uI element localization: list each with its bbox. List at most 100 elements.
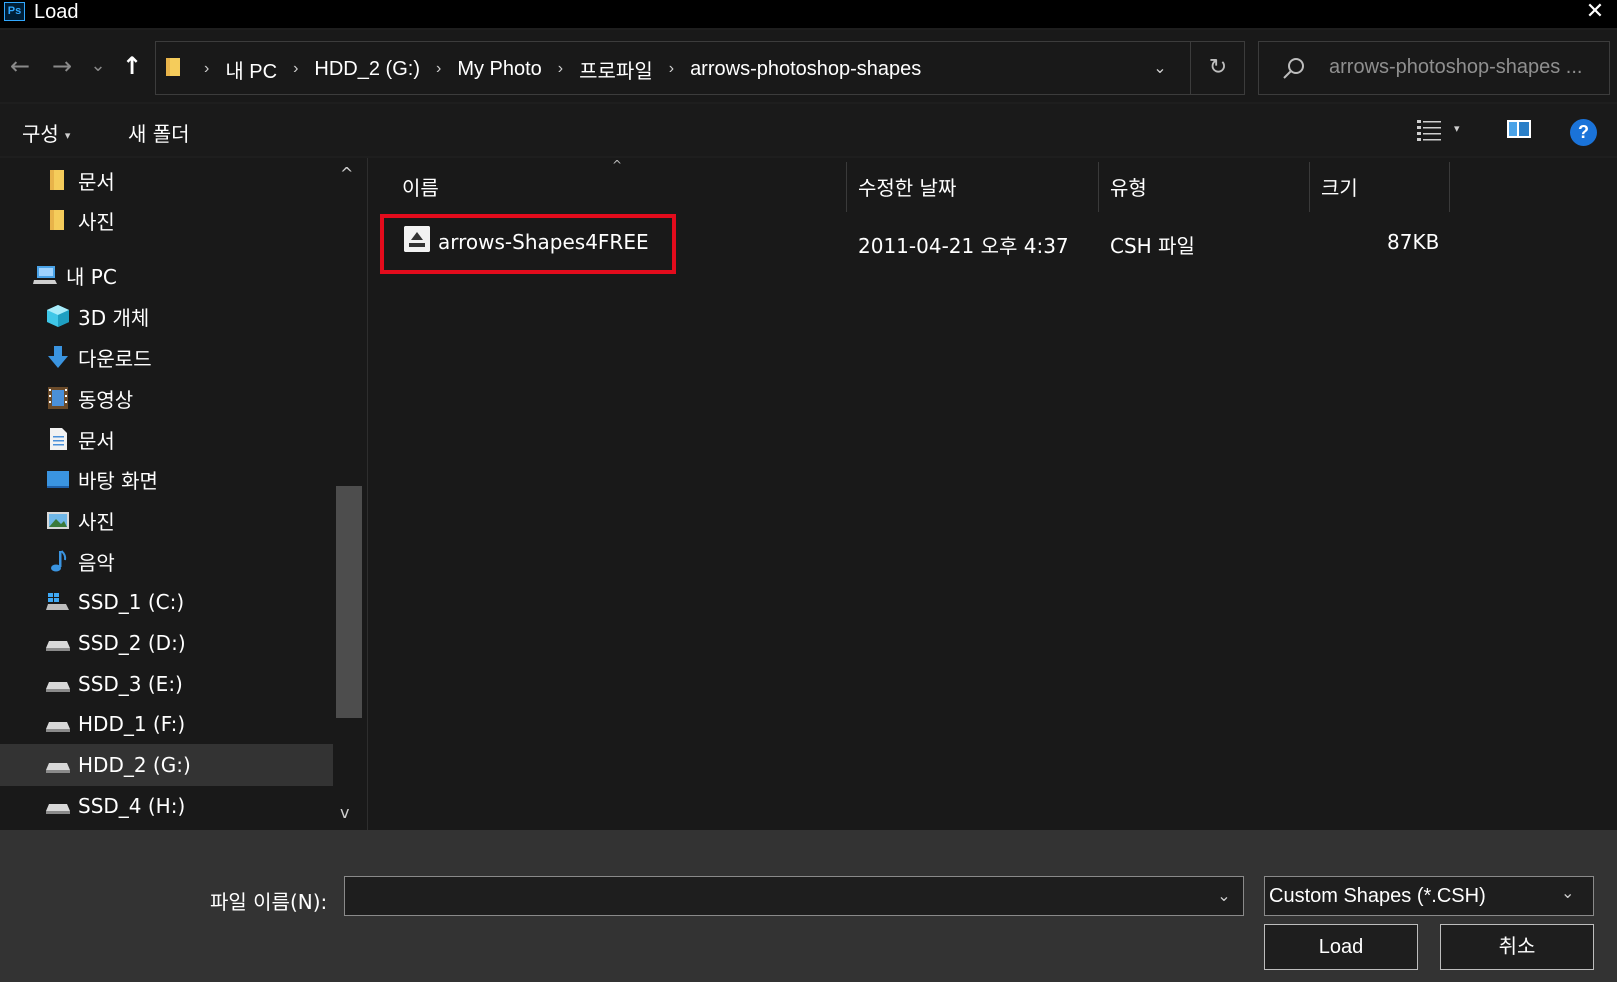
column-header-name[interactable]: 이름 <box>402 158 439 214</box>
column-divider[interactable] <box>1449 162 1450 212</box>
file-name-input[interactable] <box>344 876 1244 916</box>
new-folder-button[interactable]: 새 폴더 <box>128 118 190 147</box>
chevron-down-icon: ▾ <box>64 129 71 142</box>
nav-item-label: 다운로드 <box>78 346 152 371</box>
navigation-pane[interactable]: 문서 사진 내 PC 3D 개체 다운로드 동영상 문서 바탕 화면 사진 음악… <box>0 158 368 830</box>
column-divider[interactable] <box>1098 162 1099 212</box>
nav-item-documents[interactable]: 문서 <box>0 418 333 460</box>
nav-scrollbar[interactable]: ^ v <box>334 158 364 830</box>
nav-item-label: 3D 개체 <box>78 305 150 330</box>
nav-item-3d-objects[interactable]: 3D 개체 <box>0 295 333 337</box>
scroll-down-arrow[interactable]: v <box>340 803 349 822</box>
breadcrumb-item-my-photo[interactable]: My Photo <box>449 58 549 81</box>
nav-item-videos[interactable]: 동영상 <box>0 377 333 419</box>
file-name-label: 파일 이름(N): <box>210 890 328 914</box>
command-toolbar: 구성 ▾ 새 폴더 ▾ ? <box>0 104 1617 156</box>
nav-item-label: SSD_4 (H:) <box>78 794 186 818</box>
column-header-size[interactable]: 크기 <box>1321 158 1358 214</box>
back-button[interactable]: ← <box>6 52 34 80</box>
folder-icon <box>50 210 64 230</box>
nav-item-drive-g[interactable]: HDD_2 (G:) <box>0 744 333 786</box>
nav-item-label: 음악 <box>78 550 115 575</box>
nav-item-downloads[interactable]: 다운로드 <box>0 336 333 378</box>
cube-3d-icon <box>47 305 69 327</box>
music-note-icon <box>51 550 67 572</box>
close-button[interactable]: ✕ <box>1580 0 1610 26</box>
scroll-up-arrow[interactable]: ^ <box>340 164 353 183</box>
breadcrumb-item-hdd2[interactable]: HDD_2 (G:) <box>306 58 428 81</box>
load-button[interactable]: Load <box>1264 924 1418 970</box>
file-name[interactable]: arrows-Shapes4FREE <box>438 230 649 254</box>
breadcrumb-separator[interactable]: › <box>550 60 571 78</box>
download-arrow-icon <box>48 346 68 368</box>
refresh-button[interactable]: ↻ <box>1204 54 1232 82</box>
view-options-dropdown[interactable]: ▾ <box>1454 122 1460 135</box>
breadcrumb-item-profile[interactable]: 프로파일 <box>571 55 661 84</box>
nav-item-label: 문서 <box>78 428 115 453</box>
dialog-footer: 파일 이름(N): ⌄ Custom Shapes (*.CSH) ⌄ Load… <box>0 830 1617 982</box>
file-type-select[interactable]: Custom Shapes (*.CSH) ⌄ <box>1264 876 1594 916</box>
nav-item-label: 내 PC <box>66 264 117 289</box>
nav-item-documents-quick[interactable]: 문서 <box>0 159 333 201</box>
shapes-file-icon <box>404 226 430 252</box>
nav-item-label: SSD_2 (D:) <box>78 631 186 655</box>
column-divider[interactable] <box>1309 162 1310 212</box>
nav-item-label: 문서 <box>78 169 115 194</box>
file-type: CSH 파일 <box>1110 234 1195 258</box>
preview-pane-icon[interactable] <box>1506 118 1532 140</box>
file-name-dropdown[interactable]: ⌄ <box>1210 882 1238 910</box>
nav-item-this-pc[interactable]: 내 PC <box>0 254 333 296</box>
nav-item-label: 동영상 <box>78 387 134 412</box>
divider <box>1190 42 1191 94</box>
up-button[interactable]: ↑ <box>118 52 146 80</box>
desktop-icon <box>47 471 69 488</box>
search-placeholder: arrows-photoshop-shapes ... <box>1329 56 1583 78</box>
nav-item-pictures-quick[interactable]: 사진 <box>0 199 333 241</box>
nav-item-drive-c[interactable]: SSD_1 (C:) <box>0 581 333 623</box>
nav-item-label: SSD_1 (C:) <box>78 590 185 614</box>
organize-button[interactable]: 구성 ▾ <box>22 118 70 147</box>
nav-item-label: SSD_3 (E:) <box>78 672 183 696</box>
details-view-icon[interactable] <box>1416 118 1442 142</box>
breadcrumb-item-current-folder[interactable]: arrows-photoshop-shapes <box>682 58 929 81</box>
nav-item-label: HDD_2 (G:) <box>78 753 191 777</box>
folder-icon <box>166 58 180 76</box>
breadcrumb-item-my-pc[interactable]: 내 PC <box>217 55 285 84</box>
column-header-modified[interactable]: 수정한 날짜 <box>858 158 956 214</box>
breadcrumb-separator: › <box>204 60 210 77</box>
nav-item-label: HDD_1 (F:) <box>78 712 186 736</box>
photoshop-logo-icon: Ps <box>4 2 25 21</box>
breadcrumb-separator[interactable]: › <box>428 60 449 78</box>
nav-item-music[interactable]: 음악 <box>0 540 333 582</box>
address-history-dropdown[interactable]: ⌄ <box>1148 56 1172 80</box>
nav-item-pictures[interactable]: 사진 <box>0 499 333 541</box>
nav-item-drive-e[interactable]: SSD_3 (E:) <box>0 663 333 705</box>
sort-indicator-icon: ^ <box>612 158 623 172</box>
breadcrumb-separator[interactable]: › <box>661 60 682 78</box>
breadcrumb-separator[interactable]: › <box>285 60 306 78</box>
nav-item-drive-d[interactable]: SSD_2 (D:) <box>0 622 333 664</box>
drive-icon <box>46 722 70 732</box>
title-bar: Ps Load ✕ <box>0 0 1617 28</box>
nav-item-drive-f[interactable]: HDD_1 (F:) <box>0 703 333 745</box>
search-icon <box>1283 58 1304 79</box>
breadcrumb: › 내 PC › HDD_2 (G:) › My Photo › 프로파일 › … <box>196 42 929 96</box>
drive-icon <box>46 763 70 773</box>
file-modified-date: 2011-04-21 오후 4:37 <box>858 234 1069 258</box>
search-input[interactable]: arrows-photoshop-shapes ... <box>1258 41 1610 95</box>
file-size: 87KB <box>1387 230 1440 254</box>
file-list[interactable]: ^ 이름 수정한 날짜 유형 크기 arrows-Shapes4FREE 201… <box>368 158 1617 830</box>
address-bar[interactable]: › 내 PC › HDD_2 (G:) › My Photo › 프로파일 › … <box>155 41 1245 95</box>
help-button[interactable]: ? <box>1570 119 1597 146</box>
drive-icon <box>46 641 70 651</box>
forward-button[interactable]: → <box>48 52 76 80</box>
organize-label: 구성 <box>22 122 59 146</box>
nav-item-desktop[interactable]: 바탕 화면 <box>0 458 333 500</box>
column-divider[interactable] <box>846 162 847 212</box>
scrollbar-thumb[interactable] <box>336 486 362 718</box>
nav-item-drive-h[interactable]: SSD_4 (H:) <box>0 785 333 827</box>
recent-locations-button[interactable]: ⌄ <box>84 52 112 80</box>
film-icon <box>48 387 68 409</box>
cancel-button[interactable]: 취소 <box>1440 924 1594 970</box>
column-header-type[interactable]: 유형 <box>1110 158 1147 214</box>
